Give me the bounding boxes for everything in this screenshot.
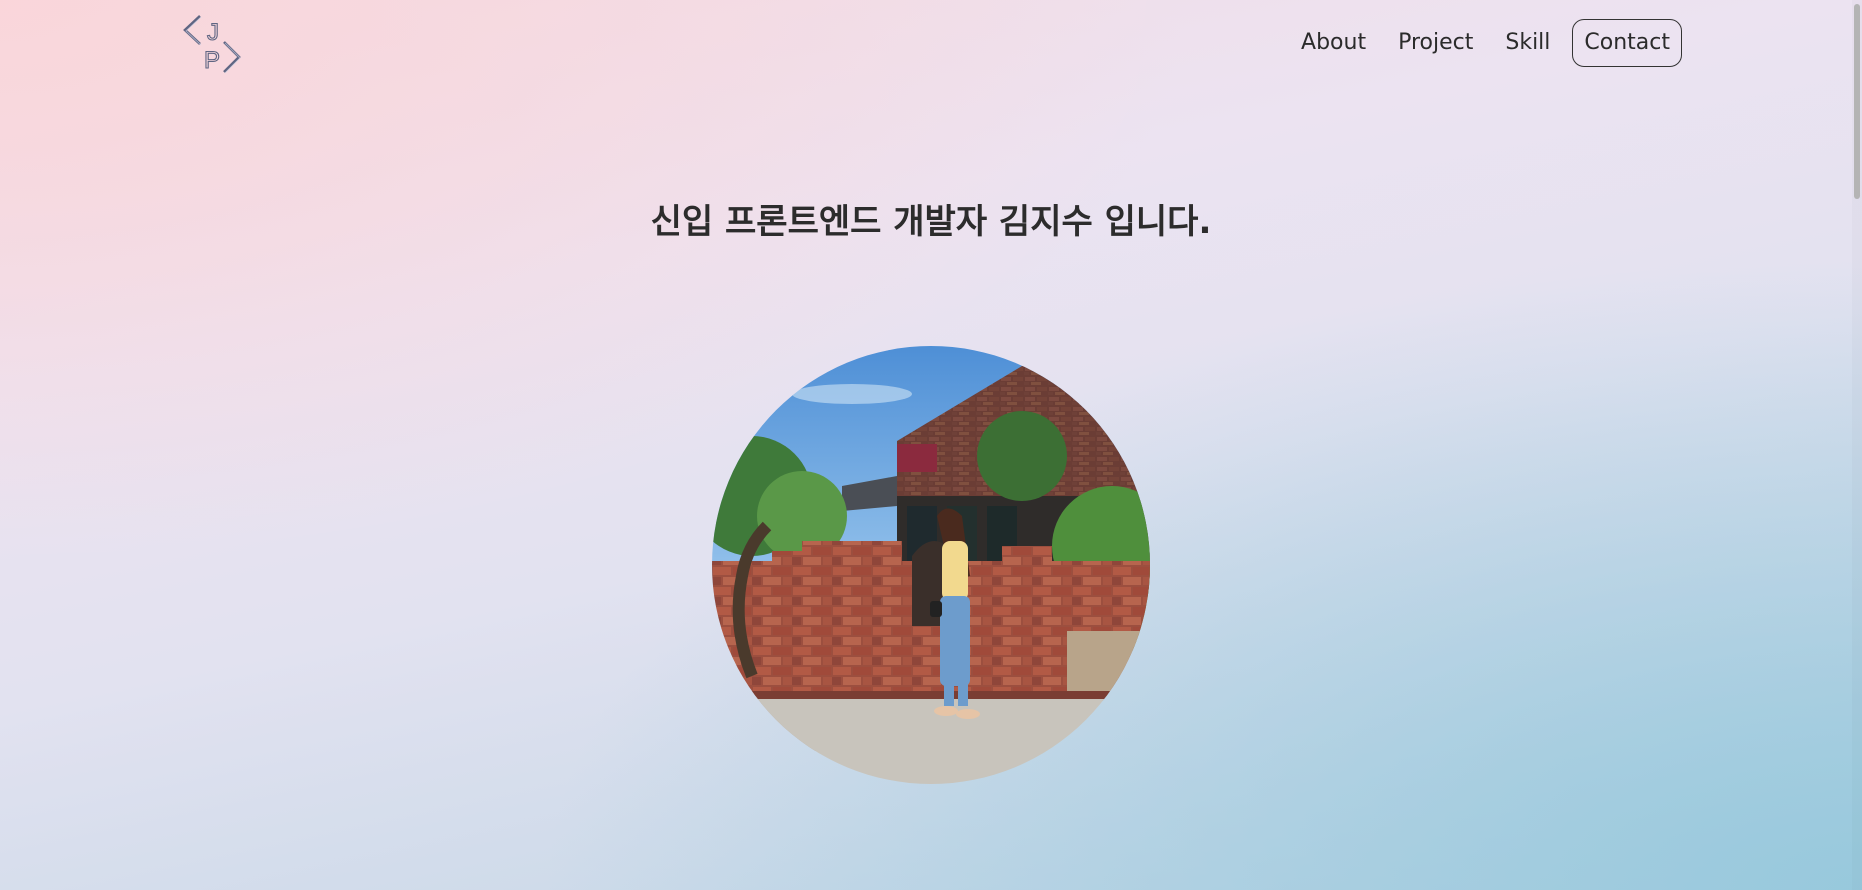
- logo-icon[interactable]: J P: [182, 12, 244, 76]
- logo-letter-p: P: [204, 47, 220, 74]
- scrollbar-thumb[interactable]: [1854, 4, 1860, 199]
- main-nav: About Project Skill Contact: [1285, 19, 1682, 67]
- nav-skill[interactable]: Skill: [1489, 20, 1566, 66]
- hero-headline: 신입 프론트엔드 개발자 김지수 입니다.: [650, 202, 1212, 242]
- nav-contact-button[interactable]: Contact: [1572, 19, 1682, 67]
- profile-photo: [712, 346, 1150, 784]
- page-scrollbar[interactable]: [1852, 0, 1862, 890]
- nav-about[interactable]: About: [1285, 20, 1382, 66]
- site-header: J P About Project Skill Contact: [0, 0, 1862, 90]
- logo-letter-j: J: [207, 19, 219, 46]
- nav-project[interactable]: Project: [1382, 20, 1489, 66]
